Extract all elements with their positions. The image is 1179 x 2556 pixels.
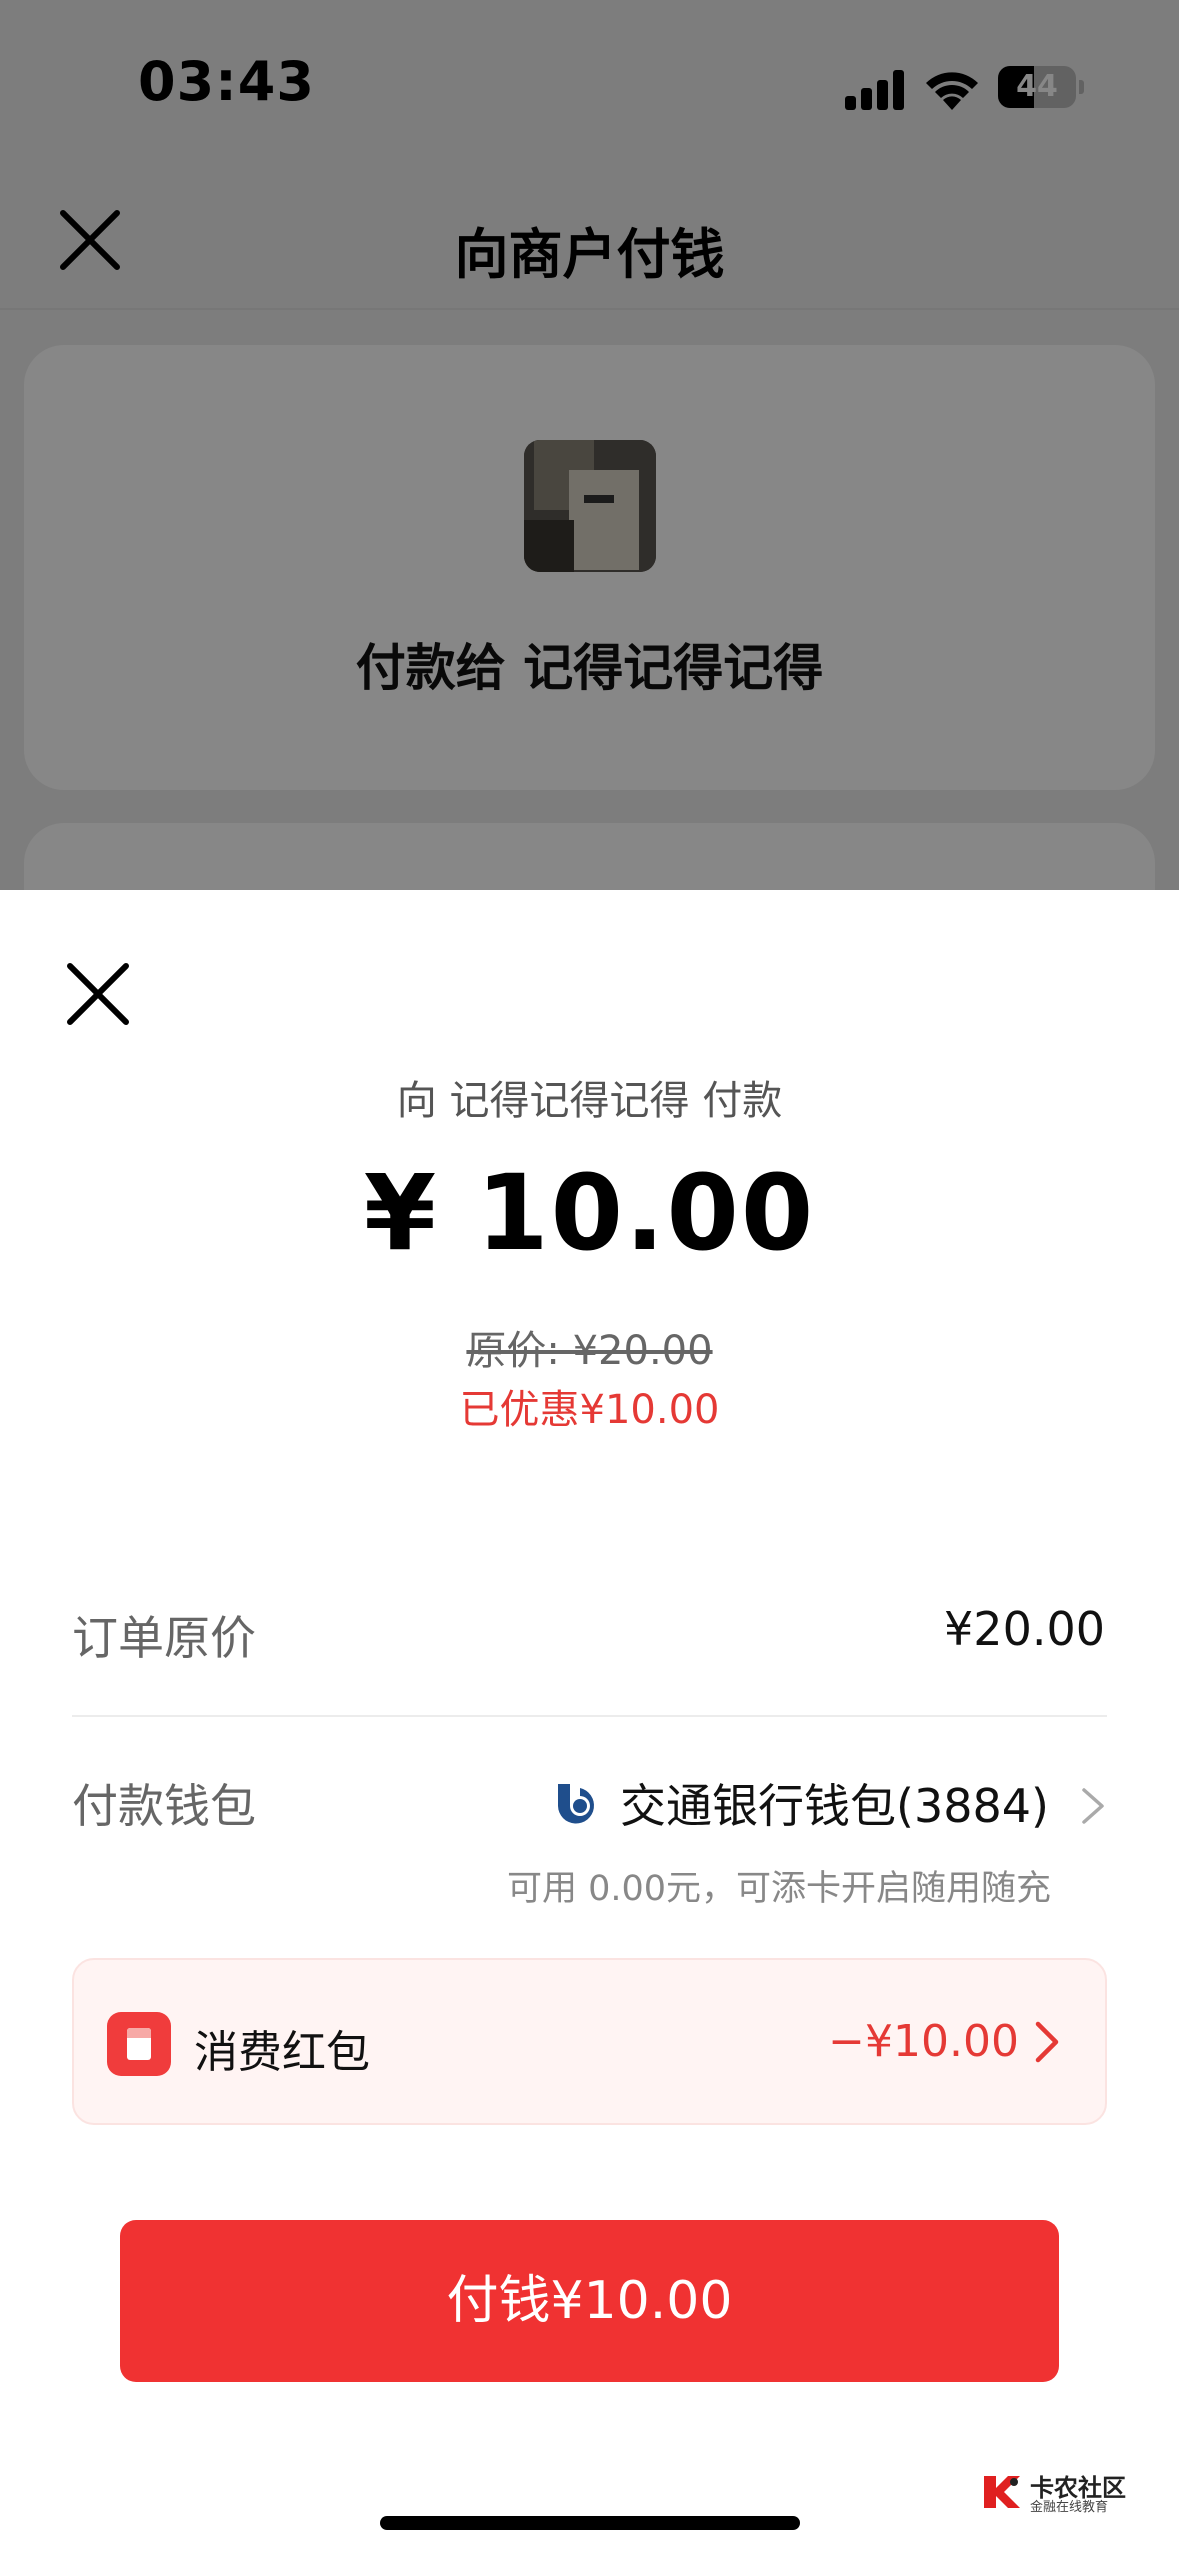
order-price-label: 订单原价 [72, 1611, 256, 1665]
row-divider [72, 1715, 1107, 1717]
wallet-value: 交通银行钱包(3884) [620, 1779, 1049, 1833]
payee-line: 向 记得记得记得 付款 [396, 1078, 783, 1124]
payment-sheet: 向 记得记得记得 付款 ¥ 10.00 原价: ¥20.00 已优惠¥10.00… [0, 890, 1179, 2556]
watermark-subtitle: 金融在线教育 [1030, 2500, 1109, 2515]
dim-overlay[interactable] [0, 0, 1179, 890]
chevron-right-icon [1035, 2021, 1059, 2063]
bank-logo-icon [558, 1784, 594, 1824]
discount-text: 已优惠¥10.00 [459, 1387, 720, 1433]
coupon-selector[interactable]: 消费红包 −¥10.00 [72, 1958, 1107, 2125]
chevron-right-icon [1082, 1788, 1104, 1824]
original-price: 原价: ¥20.00 [466, 1328, 713, 1374]
kanong-logo-icon [984, 2476, 1020, 2508]
wallet-hint: 可用 0.00元，可添卡开启随用随充 [506, 1869, 1051, 1909]
watermark: 卡农社区 金融在线教育 [980, 2468, 1150, 2518]
wallet-selector[interactable]: 交通银行钱包(3884) [0, 1770, 1179, 1850]
coupon-value: −¥10.00 [828, 2016, 1019, 2067]
close-icon[interactable] [60, 956, 136, 1032]
red-packet-icon [107, 2012, 171, 2076]
payment-amount: ¥ 10.00 [363, 1152, 816, 1274]
pay-button[interactable]: 付钱¥10.00 [120, 2220, 1059, 2382]
home-indicator[interactable] [380, 2516, 800, 2530]
order-price-value: ¥20.00 [944, 1602, 1105, 1656]
coupon-label: 消费红包 [194, 2027, 370, 2078]
